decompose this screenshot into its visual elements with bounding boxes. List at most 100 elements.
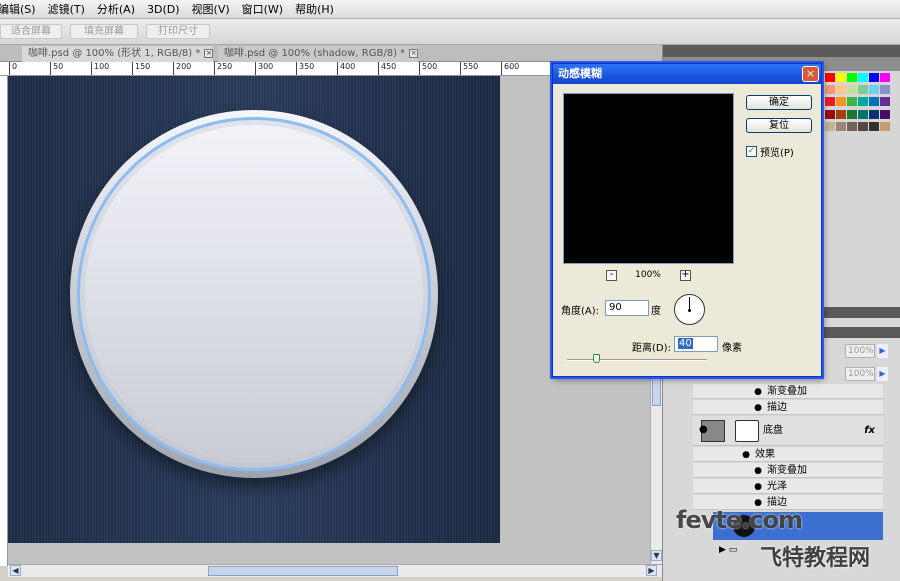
color-swatch[interactable] bbox=[869, 109, 879, 119]
angle-input[interactable]: 90 bbox=[605, 300, 649, 316]
menu-help[interactable]: 帮助(H) bbox=[289, 1, 340, 17]
layer-effect-row[interactable]: ● 渐变叠加 bbox=[693, 463, 883, 478]
color-swatch[interactable] bbox=[858, 121, 868, 131]
ruler-tick: 200 bbox=[173, 62, 191, 75]
opacity-arrow-icon[interactable]: ▶ bbox=[877, 344, 888, 358]
options-bar: 适合屏幕 填充屏幕 打印尺寸 bbox=[0, 19, 900, 45]
close-icon[interactable]: × bbox=[802, 66, 819, 82]
ruler-tick: 350 bbox=[296, 62, 314, 75]
fx-icon[interactable]: fx bbox=[864, 416, 875, 446]
folder-icon[interactable]: ▶ ▭ bbox=[719, 545, 737, 555]
color-swatch[interactable] bbox=[836, 109, 846, 119]
slider-thumb[interactable] bbox=[593, 354, 601, 363]
distance-input[interactable]: 40 bbox=[674, 336, 718, 352]
color-swatch[interactable] bbox=[858, 109, 868, 119]
motion-blur-dialog: 动感模糊 × - 100% + 确定 复位 ✓ 预览(P) 角度(A): 90 … bbox=[552, 63, 822, 377]
color-swatch[interactable] bbox=[847, 121, 857, 131]
layer-effect-row[interactable]: ● 光泽 bbox=[693, 479, 883, 494]
menu-analysis[interactable]: 分析(A) bbox=[91, 1, 141, 17]
color-swatch[interactable] bbox=[869, 73, 879, 82]
color-swatch[interactable] bbox=[880, 73, 890, 82]
color-swatch[interactable] bbox=[869, 85, 879, 95]
distance-unit: 像素 bbox=[722, 343, 742, 354]
color-swatch[interactable] bbox=[880, 121, 890, 131]
color-swatch[interactable] bbox=[836, 97, 846, 107]
close-icon[interactable]: × bbox=[409, 48, 419, 58]
layer-row-base[interactable]: 底盘 fx bbox=[693, 416, 883, 446]
color-swatch[interactable] bbox=[825, 121, 835, 131]
menu-window[interactable]: 窗口(W) bbox=[236, 1, 289, 17]
color-swatch[interactable] bbox=[847, 85, 857, 95]
ruler-tick: 550 bbox=[460, 62, 478, 75]
ruler-tick: 250 bbox=[214, 62, 232, 75]
color-swatch[interactable] bbox=[847, 73, 857, 82]
scroll-right-icon[interactable]: ▶ bbox=[646, 565, 657, 576]
ruler-tick: 150 bbox=[132, 62, 150, 75]
close-icon[interactable]: × bbox=[204, 48, 214, 58]
distance-slider[interactable] bbox=[567, 354, 707, 363]
fit-screen-button[interactable]: 适合屏幕 bbox=[0, 24, 62, 39]
color-swatch[interactable] bbox=[880, 97, 890, 107]
menu-3d[interactable]: 3D(D) bbox=[141, 3, 186, 16]
scroll-thumb[interactable] bbox=[208, 566, 398, 576]
opacity-field[interactable]: 100% bbox=[845, 344, 875, 358]
eye-icon[interactable]: ● bbox=[753, 401, 763, 416]
reset-button[interactable]: 复位 bbox=[746, 118, 812, 133]
color-swatch[interactable] bbox=[869, 97, 879, 107]
fill-field[interactable]: 100% bbox=[845, 367, 875, 381]
blur-preview[interactable] bbox=[563, 93, 734, 264]
effect-label: 光泽 bbox=[767, 481, 787, 492]
zoom-out-button[interactable]: - bbox=[606, 270, 617, 281]
tab-label: 咖啡.psd @ 100% (shadow, RGB/8) * bbox=[224, 48, 406, 59]
tab-label: 咖啡.psd @ 100% (形状 1, RGB/8) * bbox=[28, 48, 201, 59]
layer-effects-header[interactable]: ● 效果 bbox=[693, 447, 883, 462]
color-swatch[interactable] bbox=[825, 97, 835, 107]
color-swatch[interactable] bbox=[825, 85, 835, 95]
print-size-button[interactable]: 打印尺寸 bbox=[146, 24, 210, 39]
layer-effect-row[interactable]: ● 渐变叠加 bbox=[693, 384, 883, 399]
fill-arrow-icon[interactable]: ▶ bbox=[877, 367, 888, 381]
eye-icon[interactable]: ● bbox=[699, 424, 708, 435]
check-icon: ✓ bbox=[747, 146, 756, 156]
color-swatch[interactable] bbox=[847, 97, 857, 107]
dialog-title: 动感模糊 bbox=[553, 64, 821, 84]
fill-screen-button[interactable]: 填充屏幕 bbox=[70, 24, 138, 39]
scroll-thumb[interactable] bbox=[652, 376, 661, 406]
color-swatch[interactable] bbox=[825, 73, 835, 82]
color-swatch[interactable] bbox=[836, 85, 846, 95]
color-swatch[interactable] bbox=[858, 85, 868, 95]
tab-document-1[interactable]: 咖啡.psd @ 100% (形状 1, RGB/8) * × bbox=[22, 46, 214, 62]
document-canvas[interactable] bbox=[8, 76, 500, 543]
scroll-down-icon[interactable]: ▼ bbox=[651, 550, 662, 561]
zoom-level: 100% bbox=[635, 270, 661, 280]
eye-icon[interactable]: ● bbox=[753, 480, 763, 495]
eye-icon[interactable]: ● bbox=[753, 385, 763, 400]
menu-edit[interactable]: 编辑(S) bbox=[0, 1, 42, 17]
color-swatch[interactable] bbox=[836, 121, 846, 131]
color-swatch[interactable] bbox=[869, 121, 879, 131]
watermark-site-name: 飞特教程网 bbox=[760, 546, 871, 571]
eye-icon[interactable]: ● bbox=[741, 448, 751, 463]
color-swatch[interactable] bbox=[847, 109, 857, 119]
color-swatch[interactable] bbox=[858, 97, 868, 107]
ok-button[interactable]: 确定 bbox=[746, 95, 812, 110]
swatch-grid[interactable] bbox=[825, 73, 890, 133]
angle-dial[interactable] bbox=[674, 294, 705, 325]
eye-icon[interactable]: ● bbox=[753, 464, 763, 479]
zoom-in-button[interactable]: + bbox=[680, 270, 691, 281]
color-swatch[interactable] bbox=[880, 109, 890, 119]
color-swatch[interactable] bbox=[825, 109, 835, 119]
menu-view[interactable]: 视图(V) bbox=[186, 1, 236, 17]
preview-checkbox[interactable]: ✓ bbox=[746, 146, 757, 157]
color-swatch[interactable] bbox=[858, 73, 868, 82]
horizontal-scrollbar[interactable]: ◀ ▶ bbox=[8, 564, 662, 577]
tab-document-2[interactable]: 咖啡.psd @ 100% (shadow, RGB/8) * × bbox=[218, 46, 419, 62]
watermark-text: fevte.com bbox=[676, 506, 803, 534]
color-swatch[interactable] bbox=[836, 73, 846, 82]
layer-effect-row[interactable]: ● 描边 bbox=[693, 400, 883, 415]
ruler-tick: 0 bbox=[9, 62, 17, 75]
menu-filter[interactable]: 滤镜(T) bbox=[42, 1, 91, 17]
scroll-left-icon[interactable]: ◀ bbox=[10, 565, 21, 576]
color-swatch[interactable] bbox=[880, 85, 890, 95]
document-tabs: 咖啡.psd @ 100% (形状 1, RGB/8) * × 咖啡.psd @ … bbox=[0, 45, 662, 62]
